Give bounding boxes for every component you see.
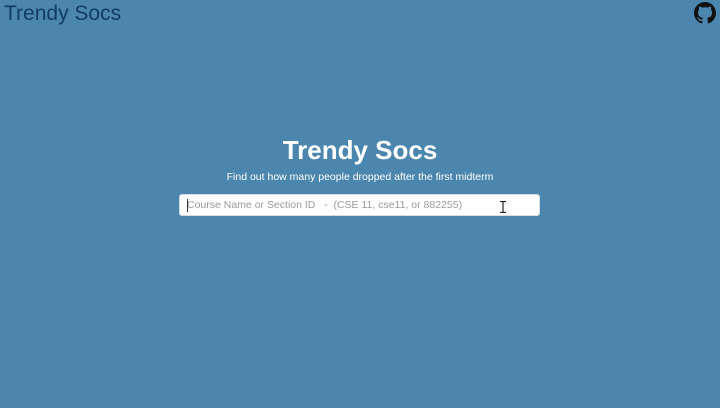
brand-title[interactable]: Trendy Socs — [4, 1, 121, 27]
search-box[interactable] — [179, 194, 540, 216]
hero-subtitle: Find out how many people dropped after t… — [226, 171, 494, 183]
hero-title: Trendy Socs — [282, 135, 438, 165]
ibeam-cursor-icon — [500, 201, 506, 213]
hero: Trendy Socs Find out how many people dro… — [0, 134, 720, 184]
github-icon[interactable] — [694, 2, 716, 24]
text-caret — [187, 199, 188, 212]
search-input[interactable] — [180, 195, 539, 215]
